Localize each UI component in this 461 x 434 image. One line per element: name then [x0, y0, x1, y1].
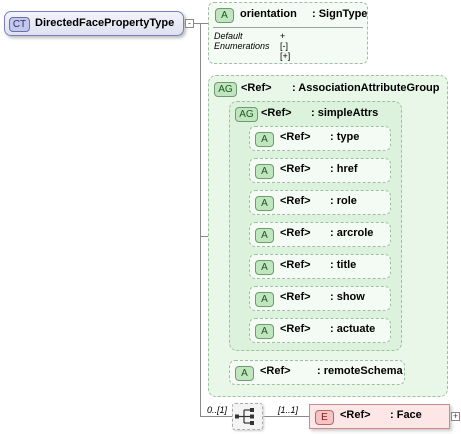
group-name: : simpleAttrs: [311, 107, 379, 119]
attribute-name: : title: [330, 259, 357, 271]
attribute-name: : show: [330, 291, 365, 303]
collapse-toggle[interactable]: -: [185, 19, 194, 28]
complex-type-badge: CT: [9, 17, 30, 32]
default-label: Default: [214, 31, 243, 41]
attribute-name: : type: [330, 131, 360, 143]
attribute-name: : actuate: [330, 323, 376, 335]
choice-cardinality: 0..[1]: [207, 405, 228, 415]
attribute-badge: A: [255, 196, 274, 211]
attribute-role[interactable]: A <Ref> : role: [249, 190, 391, 215]
attribute-ref: <Ref>: [280, 259, 311, 271]
attribute-name: : href: [330, 163, 358, 175]
orientation-name: orientation: [240, 8, 297, 20]
element-badge: E: [315, 410, 334, 425]
group-ref: <Ref>: [241, 82, 272, 94]
attribute-ref: <Ref>: [280, 163, 311, 175]
attribute-ref: <Ref>: [280, 195, 311, 207]
attribute-badge: A: [255, 228, 274, 243]
attribute-badge: A: [255, 132, 274, 147]
element-cardinality: [1..1]: [278, 405, 299, 415]
element-name: : Face: [390, 409, 422, 421]
attribute-badge: A: [255, 292, 274, 307]
connector-spine: [200, 23, 201, 416]
face-element[interactable]: E <Ref> : Face: [309, 404, 450, 429]
attribute-name: : remoteSchema: [317, 365, 403, 377]
element-ref: <Ref>: [340, 409, 371, 421]
divider: [213, 27, 363, 28]
attribute-badge: A: [215, 8, 234, 23]
enum-value: [+]: [280, 51, 291, 61]
group-ref: <Ref>: [261, 107, 292, 119]
complex-type-name: DirectedFacePropertyType: [35, 17, 175, 29]
attribute-badge: A: [255, 164, 274, 179]
enumerations-label: Enumerations: [214, 41, 270, 51]
attribute-badge: A: [235, 366, 254, 381]
choice-icon: [235, 408, 254, 425]
attribute-ref: <Ref>: [280, 227, 311, 239]
attribute-badge: A: [255, 260, 274, 275]
attribute-type[interactable]: A <Ref> : type: [249, 126, 391, 151]
group-badge: AG: [214, 82, 237, 97]
attribute-title[interactable]: A <Ref> : title: [249, 254, 391, 279]
default-value: +: [280, 31, 286, 41]
attribute-actuate[interactable]: A <Ref> : actuate: [249, 318, 391, 343]
enum-value: [-]: [280, 41, 288, 51]
attribute-ref: <Ref>: [280, 323, 311, 335]
group-name: : AssociationAttributeGroup: [292, 82, 440, 94]
connector-choice-element: [262, 416, 310, 417]
attribute-ref: <Ref>: [260, 365, 291, 377]
attribute-href[interactable]: A <Ref> : href: [249, 158, 391, 183]
complex-type-node[interactable]: CT DirectedFacePropertyType: [4, 11, 184, 36]
group-badge: AG: [235, 107, 258, 122]
attribute-name: : role: [330, 195, 357, 207]
attribute-remote-schema[interactable]: A <Ref> : remoteSchema: [229, 360, 405, 385]
choice-compositor[interactable]: [232, 403, 263, 430]
attribute-arcrole[interactable]: A <Ref> : arcrole: [249, 222, 391, 247]
expand-toggle[interactable]: +: [451, 412, 460, 421]
connector-choice: [200, 416, 232, 417]
orientation-attribute[interactable]: A orientation : SignType Default Enumera…: [208, 2, 368, 64]
attribute-show[interactable]: A <Ref> : show: [249, 286, 391, 311]
attribute-badge: A: [255, 324, 274, 339]
orientation-type: : SignType: [312, 8, 368, 20]
attribute-ref: <Ref>: [280, 131, 311, 143]
attribute-ref: <Ref>: [280, 291, 311, 303]
attribute-name: : arcrole: [330, 227, 374, 239]
